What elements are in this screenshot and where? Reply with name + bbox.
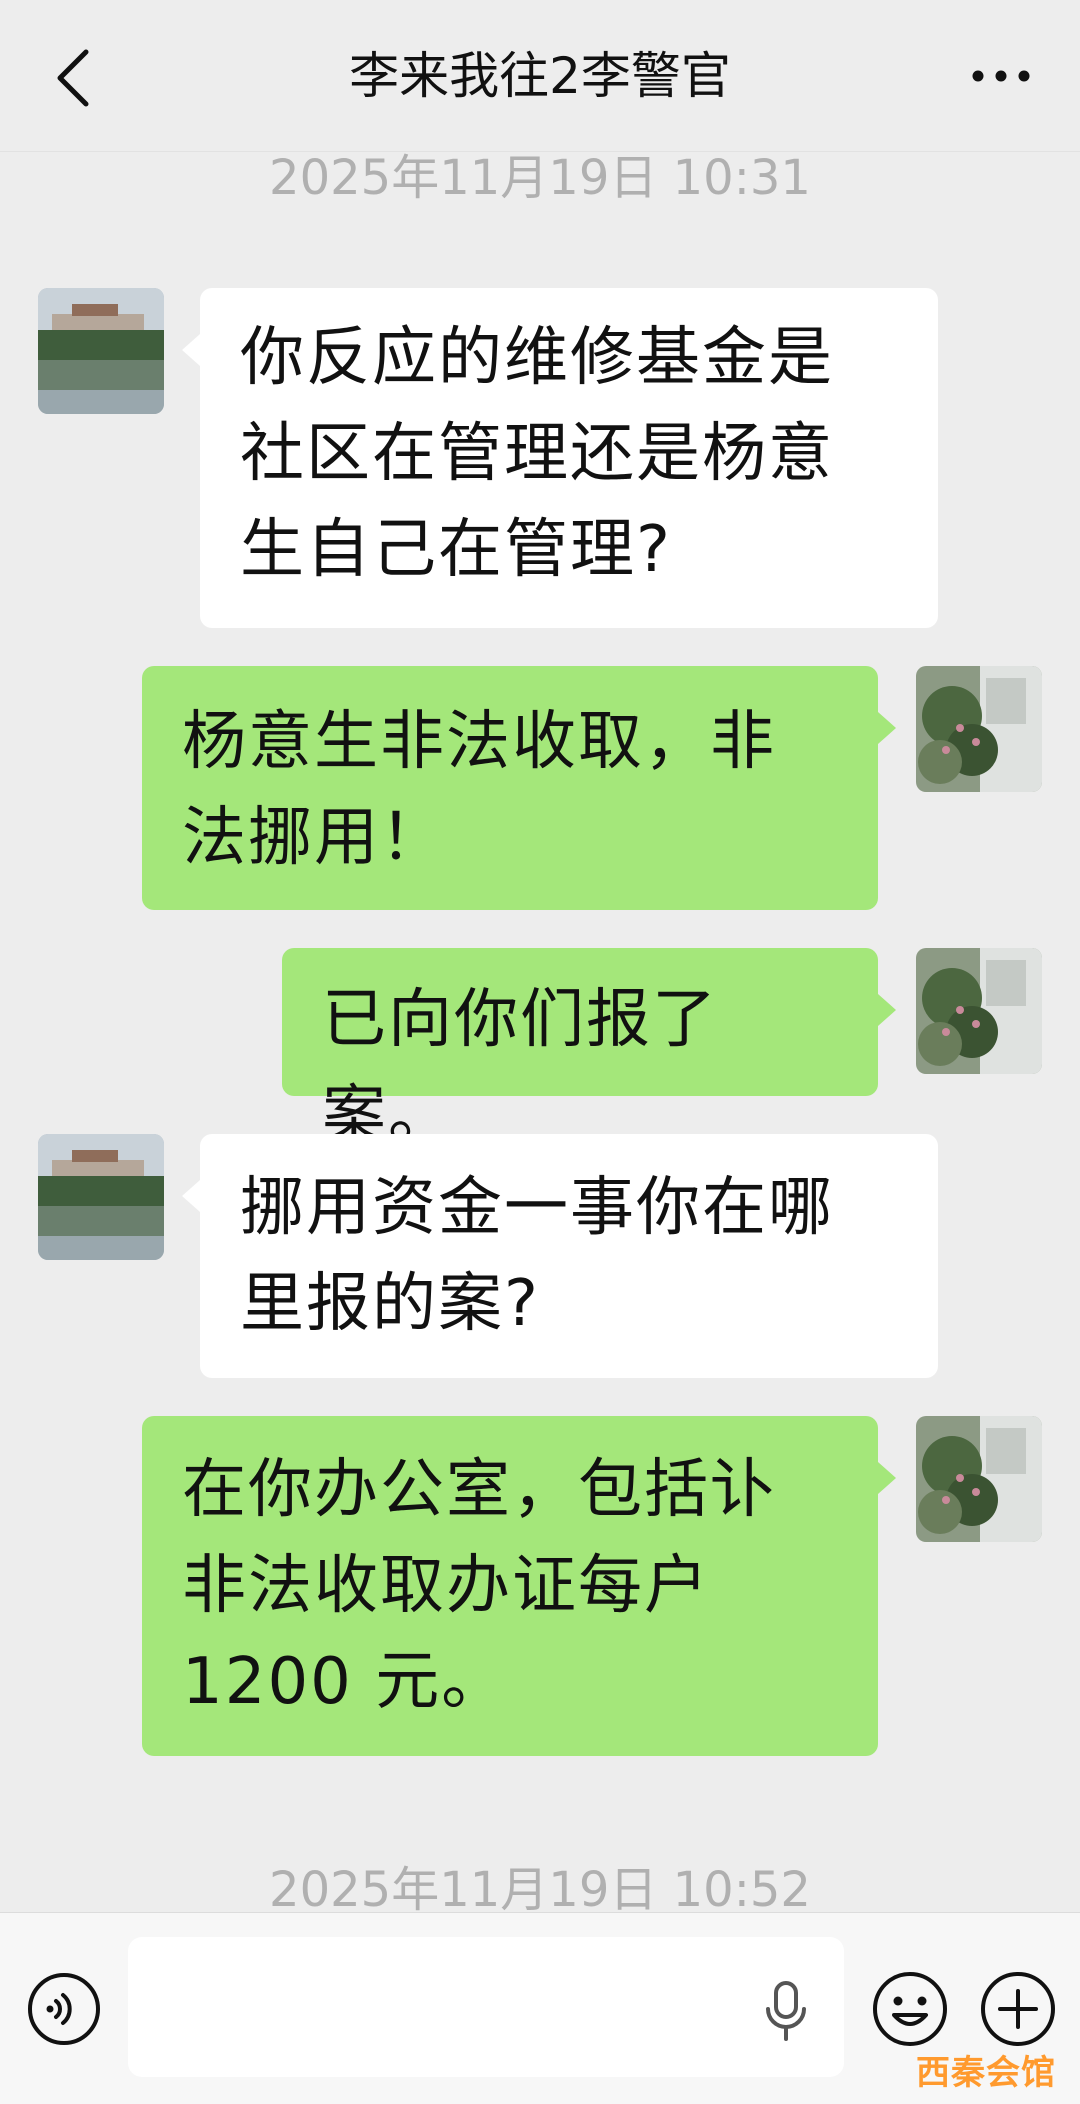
message-input[interactable] xyxy=(128,1937,844,2077)
watermark: 西秦会馆 xyxy=(916,2053,1056,2093)
message-bubble-incoming[interactable]: 挪用资金一事你在哪 里报的案? xyxy=(182,1134,938,1378)
more-options-button[interactable] xyxy=(966,46,1036,106)
top-bar: 李来我往2李警官 xyxy=(0,0,1080,152)
timestamp: 2025年11月19日 10:31 xyxy=(269,150,811,206)
message-text: 在你办公室，包括讣 非法收取办证每户 1200 元。 xyxy=(182,1453,776,1719)
microphone-icon xyxy=(766,1981,806,2041)
message-text: 杨意生非法收取，非 法挪用！ xyxy=(182,705,776,875)
input-bar: 西秦会馆 xyxy=(0,1912,1080,2104)
message-bubble-outgoing[interactable]: 在你办公室，包括讣 非法收取办证每户 1200 元。 xyxy=(142,1416,896,1756)
message-text: 你反应的维修基金是 社区在管理还是杨意 生自己在管理? xyxy=(240,321,834,587)
voice-mode-button[interactable] xyxy=(26,1971,102,2047)
more-actions-button[interactable] xyxy=(978,1969,1058,2049)
chevron-left-icon xyxy=(57,49,89,107)
contact-avatar[interactable] xyxy=(38,1134,164,1260)
emoji-button[interactable] xyxy=(870,1969,950,2049)
my-avatar[interactable] xyxy=(916,666,1042,792)
message-bubble-outgoing[interactable]: 杨意生非法收取，非 法挪用！ xyxy=(142,666,896,910)
voice-mode-icon xyxy=(28,1973,100,2045)
my-avatar[interactable] xyxy=(916,1416,1042,1542)
message-bubble-incoming[interactable]: 你反应的维修基金是 社区在管理还是杨意 生自己在管理? xyxy=(182,288,938,628)
timestamp: 2025年11月19日 10:52 xyxy=(269,1862,811,1918)
microphone-button[interactable] xyxy=(762,1979,810,2043)
more-horizontal-icon xyxy=(972,70,1030,82)
chat-title: 李来我往2李警官 xyxy=(349,47,731,105)
emoji-icon xyxy=(873,1972,947,2046)
message-text: 挪用资金一事你在哪 里报的案? xyxy=(240,1171,834,1341)
message-bubble-outgoing[interactable]: 已向你们报了案。 xyxy=(282,948,896,1153)
back-button[interactable] xyxy=(44,36,100,120)
my-avatar[interactable] xyxy=(916,948,1042,1074)
plus-icon xyxy=(981,1972,1055,2046)
contact-avatar[interactable] xyxy=(38,288,164,414)
